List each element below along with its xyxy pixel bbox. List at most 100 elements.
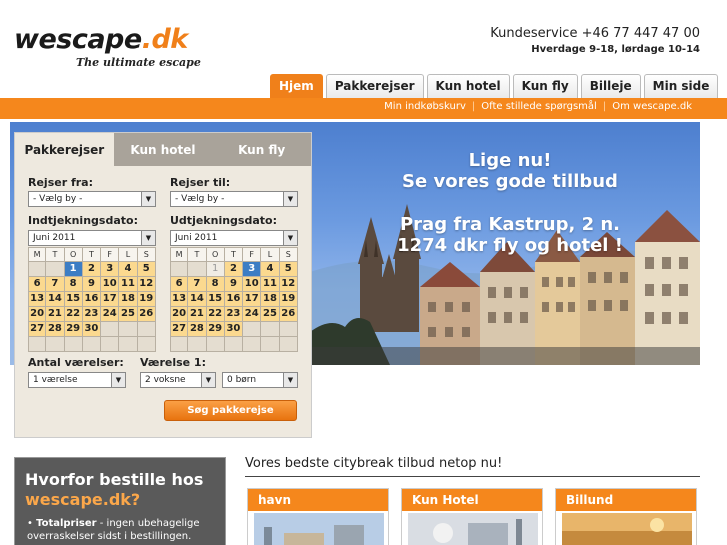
checkout-day[interactable]: 11 bbox=[261, 277, 280, 292]
link-about[interactable]: Om wescape.dk bbox=[612, 101, 692, 112]
checkout-day[interactable]: 9 bbox=[224, 277, 244, 292]
tab-pakkerejser[interactable]: Pakkerejser bbox=[325, 74, 424, 98]
search-button[interactable]: Søg pakkerejse bbox=[164, 400, 297, 421]
divider: | bbox=[602, 101, 607, 112]
hero-line-3: Prag fra Kastrup, 2 n. bbox=[399, 214, 621, 235]
weekday-label: T bbox=[46, 247, 65, 262]
weekday-label: T bbox=[82, 247, 102, 262]
checkin-day[interactable]: 11 bbox=[119, 277, 138, 292]
checkout-day[interactable]: 27 bbox=[170, 322, 189, 337]
checkout-day[interactable]: 5 bbox=[279, 262, 298, 277]
children-select[interactable]: 0 børn ▼ bbox=[222, 372, 298, 388]
offer-card[interactable]: Kun Hotel bbox=[401, 488, 543, 545]
checkout-day[interactable]: 2 bbox=[224, 262, 244, 277]
checkout-day[interactable]: 29 bbox=[206, 322, 225, 337]
search-tab-kun-hotel[interactable]: Kun hotel bbox=[114, 133, 213, 166]
weekday-label: O bbox=[64, 247, 83, 262]
tab-min-side[interactable]: Min side bbox=[643, 74, 719, 98]
tab-hjem[interactable]: Hjem bbox=[270, 74, 323, 98]
checkin-day[interactable]: 14 bbox=[46, 292, 65, 307]
checkin-day[interactable]: 7 bbox=[46, 277, 65, 292]
weekday-label: L bbox=[261, 247, 280, 262]
tab-kun-hotel[interactable]: Kun hotel bbox=[426, 74, 510, 98]
offer-card-title: havn bbox=[248, 489, 388, 511]
checkout-day[interactable]: 3 bbox=[243, 262, 262, 277]
checkout-day[interactable]: 26 bbox=[279, 307, 298, 322]
calendar-empty-cell bbox=[137, 322, 156, 337]
checkin-month-select[interactable]: Juni 2011 ▼ bbox=[28, 230, 156, 246]
checkin-day[interactable]: 2 bbox=[82, 262, 102, 277]
checkin-day[interactable]: 22 bbox=[64, 307, 83, 322]
offer-card[interactable]: Billund bbox=[555, 488, 697, 545]
checkout-day[interactable]: 16 bbox=[224, 292, 244, 307]
checkin-day[interactable]: 3 bbox=[101, 262, 120, 277]
adults-select[interactable]: 2 voksne ▼ bbox=[140, 372, 216, 388]
offer-card[interactable]: havn bbox=[247, 488, 389, 545]
checkin-day[interactable]: 10 bbox=[101, 277, 120, 292]
checkin-day[interactable]: 24 bbox=[101, 307, 120, 322]
checkin-day[interactable]: 1 bbox=[64, 262, 83, 277]
tab-kun-fly[interactable]: Kun fly bbox=[512, 74, 578, 98]
sub-nav-links: Min indkøbskurv | Ofte stillede spørgsmå… bbox=[384, 101, 692, 112]
checkin-day[interactable]: 23 bbox=[82, 307, 102, 322]
tab-billeje[interactable]: Billeje bbox=[580, 74, 641, 98]
checkin-day[interactable]: 18 bbox=[119, 292, 138, 307]
checkin-day[interactable]: 4 bbox=[119, 262, 138, 277]
checkin-day[interactable]: 15 bbox=[64, 292, 83, 307]
checkout-day[interactable]: 14 bbox=[188, 292, 207, 307]
checkin-day[interactable]: 26 bbox=[137, 307, 156, 322]
checkin-day[interactable]: 19 bbox=[137, 292, 156, 307]
checkin-day[interactable]: 9 bbox=[82, 277, 102, 292]
rooms-select[interactable]: 1 værelse ▼ bbox=[28, 372, 126, 388]
search-tab-kun-fly[interactable]: Kun fly bbox=[212, 133, 311, 166]
to-select[interactable]: - Vælg by - ▼ bbox=[170, 191, 298, 207]
search-tab-pakkerejser[interactable]: Pakkerejser bbox=[15, 133, 114, 166]
checkin-day[interactable]: 5 bbox=[137, 262, 156, 277]
checkout-day[interactable]: 21 bbox=[188, 307, 207, 322]
checkout-month-select[interactable]: Juni 2011 ▼ bbox=[170, 230, 298, 246]
checkout-day[interactable]: 15 bbox=[206, 292, 225, 307]
checkin-day[interactable]: 16 bbox=[82, 292, 102, 307]
checkout-day[interactable]: 18 bbox=[261, 292, 280, 307]
checkin-day[interactable]: 13 bbox=[28, 292, 47, 307]
checkout-day[interactable]: 20 bbox=[170, 307, 189, 322]
checkin-day[interactable]: 27 bbox=[28, 322, 47, 337]
checkin-day[interactable]: 21 bbox=[46, 307, 65, 322]
checkout-day[interactable]: 6 bbox=[170, 277, 189, 292]
weekday-label: M bbox=[170, 247, 189, 262]
link-cart[interactable]: Min indkøbskurv bbox=[384, 101, 466, 112]
checkout-day[interactable]: 12 bbox=[279, 277, 298, 292]
checkin-day[interactable]: 12 bbox=[137, 277, 156, 292]
checkout-day[interactable]: 13 bbox=[170, 292, 189, 307]
checkin-day[interactable]: 25 bbox=[119, 307, 138, 322]
checkout-day[interactable]: 19 bbox=[279, 292, 298, 307]
checkin-day[interactable]: 29 bbox=[64, 322, 83, 337]
main-nav: Hjem Pakkerejser Kun hotel Kun fly Bille… bbox=[270, 74, 719, 98]
checkout-day[interactable]: 23 bbox=[224, 307, 244, 322]
checkin-day[interactable]: 30 bbox=[82, 322, 102, 337]
offer-card-title: Kun Hotel bbox=[402, 489, 542, 511]
checkin-day[interactable]: 20 bbox=[28, 307, 47, 322]
checkout-day[interactable]: 8 bbox=[206, 277, 225, 292]
logo[interactable]: wescape.dk The ultimate escape bbox=[14, 24, 201, 69]
logo-tagline: The ultimate escape bbox=[76, 56, 201, 69]
checkin-day[interactable]: 6 bbox=[28, 277, 47, 292]
checkin-day[interactable]: 17 bbox=[101, 292, 120, 307]
checkout-day[interactable]: 10 bbox=[243, 277, 262, 292]
checkout-day[interactable]: 7 bbox=[188, 277, 207, 292]
calendar-empty-cell bbox=[119, 337, 138, 352]
calendar-empty-cell bbox=[82, 337, 102, 352]
checkout-day[interactable]: 4 bbox=[261, 262, 280, 277]
checkout-day[interactable]: 30 bbox=[224, 322, 244, 337]
calendar-empty-cell bbox=[137, 337, 156, 352]
checkout-day[interactable]: 24 bbox=[243, 307, 262, 322]
checkout-day[interactable]: 22 bbox=[206, 307, 225, 322]
checkin-day[interactable]: 8 bbox=[64, 277, 83, 292]
link-faq[interactable]: Ofte stillede spørgsmål bbox=[481, 101, 597, 112]
from-select[interactable]: - Vælg by - ▼ bbox=[28, 191, 156, 207]
checkout-day[interactable]: 25 bbox=[261, 307, 280, 322]
checkin-day[interactable]: 28 bbox=[46, 322, 65, 337]
checkout-calendar: M T O T F L S 1 2 3 4 5 6 7 8 9 10 11 12 13 14 15 16 17 18 19 20 21… bbox=[170, 247, 298, 352]
checkout-day[interactable]: 17 bbox=[243, 292, 262, 307]
checkout-day[interactable]: 28 bbox=[188, 322, 207, 337]
